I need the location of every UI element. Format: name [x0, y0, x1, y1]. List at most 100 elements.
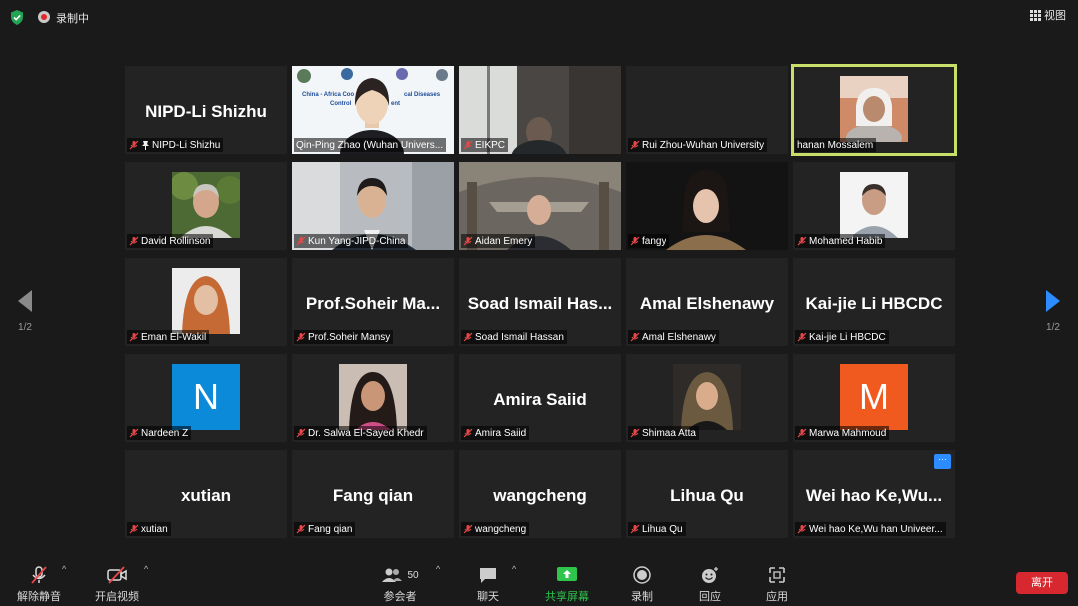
video-options-caret[interactable]: ^: [144, 564, 148, 574]
mic-muted-icon: [463, 428, 473, 438]
mic-muted-icon: [797, 428, 807, 438]
participant-name-display: Amira Saiid: [493, 390, 587, 409]
participant-name-display: wangcheng: [493, 486, 587, 505]
participant-tile[interactable]: Rui Zhou-Wuhan University: [626, 66, 788, 154]
participant-label: Wei hao Ke,Wu han Univeer...: [795, 522, 946, 536]
participant-label: Qin-Ping Zhao (Wuhan Univers...: [294, 138, 447, 152]
video-gallery: NIPD-Li Shizhu NIPD-Li Shizhu China - Af…: [125, 64, 957, 538]
participant-name: NIPD-Li Shizhu: [152, 139, 221, 151]
participant-label: xutian: [127, 522, 171, 536]
leave-meeting-button[interactable]: 离开: [1016, 572, 1068, 594]
previous-page-button[interactable]: 1/2: [14, 290, 36, 333]
shield-icon[interactable]: [10, 10, 24, 25]
participant-name: Mohamed Habib: [809, 235, 883, 247]
participant-name: Rui Zhou-Wuhan University: [642, 139, 765, 151]
apps-label: 应用: [766, 591, 788, 603]
record-button[interactable]: 录制: [622, 564, 662, 604]
participant-tile[interactable]: EIKPC: [459, 66, 621, 154]
participant-tile[interactable]: Lihua Qu Lihua Qu: [626, 450, 788, 538]
participant-name-display: NIPD-Li Shizhu: [145, 102, 267, 121]
svg-text:China - Africa Coo: China - Africa Coo: [302, 92, 354, 98]
unmute-button[interactable]: 解除静音: [16, 564, 62, 604]
participant-name-display: Prof.Soheir Ma...: [305, 294, 441, 313]
participant-tile[interactable]: N Nardeen Z: [125, 354, 287, 442]
pin-icon: [142, 141, 149, 150]
mic-muted-icon: [463, 140, 473, 150]
participant-tile[interactable]: Soad Ismail Has... Soad Ismail Hassan: [459, 258, 621, 346]
participant-tile[interactable]: Kun Yang-JIPD-China: [292, 162, 454, 250]
participant-label: Lihua Qu: [628, 522, 686, 536]
reactions-button[interactable]: 回应: [690, 564, 730, 604]
participants-count: 50: [407, 569, 419, 581]
participant-name: Lihua Qu: [642, 523, 683, 535]
participant-name: David Rollinson: [141, 235, 211, 247]
svg-text:Control: Control: [330, 101, 352, 107]
participant-tile[interactable]: wangcheng wangcheng: [459, 450, 621, 538]
participant-label: fangy: [628, 234, 670, 248]
arrow-right-icon: [1046, 290, 1060, 312]
view-button[interactable]: 视图: [1030, 7, 1066, 23]
participant-name: Qin-Ping Zhao (Wuhan Univers...: [296, 139, 444, 151]
participant-label: Kai-jie Li HBCDC: [795, 330, 889, 344]
participant-tile[interactable]: Shimaa Atta: [626, 354, 788, 442]
next-page-button[interactable]: 1/2: [1042, 290, 1064, 333]
record-label: 录制: [631, 591, 653, 603]
participant-label: Aidan Emery: [461, 234, 536, 248]
participant-tile[interactable]: NIPD-Li Shizhu NIPD-Li Shizhu: [125, 66, 287, 154]
participants-options-caret[interactable]: ^: [436, 564, 440, 574]
more-options-button[interactable]: ···: [934, 454, 951, 469]
participant-label: Amira Saiid: [461, 426, 530, 440]
participant-name: Aidan Emery: [475, 235, 533, 247]
grid-icon: [1030, 9, 1041, 21]
participant-tile[interactable]: xutian xutian: [125, 450, 287, 538]
participant-tile[interactable]: ··· Wei hao Ke,Wu... Wei hao Ke,Wu han U…: [793, 450, 955, 538]
mic-muted-icon: [630, 428, 640, 438]
chat-button[interactable]: 聊天: [468, 564, 508, 604]
participant-tile[interactable]: David Rollinson: [125, 162, 287, 250]
participant-name: Kai-jie Li HBCDC: [809, 331, 886, 343]
participant-label: Rui Zhou-Wuhan University: [628, 138, 768, 152]
participant-tile[interactable]: Prof.Soheir Ma... Prof.Soheir Mansy: [292, 258, 454, 346]
reactions-label: 回应: [699, 591, 721, 603]
participant-tile[interactable]: Dr. Salwa El-Sayed Khedr: [292, 354, 454, 442]
start-video-button[interactable]: 开启视频: [94, 564, 140, 604]
participant-tile[interactable]: Kai-jie Li HBCDC Kai-jie Li HBCDC: [793, 258, 955, 346]
recording-status: 录制中: [56, 13, 89, 25]
meeting-toolbar: 解除静音 ^ 开启视频 ^ 50 参会者 ^ 聊天 ^ 共享屏幕 录制 回应 应…: [0, 556, 1078, 606]
participant-tile[interactable]: Fang qian Fang qian: [292, 450, 454, 538]
audio-options-caret[interactable]: ^: [62, 564, 66, 574]
participant-tile-active-speaker[interactable]: hanan Mossalem: [791, 64, 957, 156]
unmute-label: 解除静音: [17, 591, 61, 603]
participant-name: xutian: [141, 523, 168, 535]
participant-tile[interactable]: M Marwa Mahmoud: [793, 354, 955, 442]
participant-name: Nardeen Z: [141, 427, 189, 439]
participant-name: Kun Yang-JIPD-China: [308, 235, 406, 247]
participant-label: wangcheng: [461, 522, 530, 536]
mic-muted-icon: [129, 236, 139, 246]
mic-muted-icon: [630, 332, 640, 342]
apps-button[interactable]: 应用: [757, 564, 797, 604]
participant-name: Amira Saiid: [475, 427, 527, 439]
mic-muted-icon: [296, 332, 306, 342]
participant-name-display: Soad Ismail Has...: [467, 294, 613, 313]
participant-tile[interactable]: fangy: [626, 162, 788, 250]
participant-tile[interactable]: Amal Elshenawy Amal Elshenawy: [626, 258, 788, 346]
participants-button[interactable]: 50 参会者: [376, 564, 424, 604]
participant-name: Marwa Mahmoud: [809, 427, 887, 439]
participant-tile[interactable]: Aidan Emery: [459, 162, 621, 250]
mic-muted-icon: [797, 236, 807, 246]
participants-label: 参会者: [383, 591, 417, 603]
mic-muted-icon: [797, 332, 807, 342]
participant-name: fangy: [642, 235, 667, 247]
participant-tile[interactable]: Amira Saiid Amira Saiid: [459, 354, 621, 442]
chat-options-caret[interactable]: ^: [512, 564, 516, 574]
svg-text:cal Diseases: cal Diseases: [404, 92, 441, 98]
participant-tile[interactable]: Eman El-Wakil: [125, 258, 287, 346]
mic-muted-icon: [630, 236, 640, 246]
participant-name-display: Wei hao Ke,Wu...: [805, 486, 943, 505]
participants-icon: [382, 568, 403, 582]
participant-tile[interactable]: Mohamed Habib: [793, 162, 955, 250]
share-screen-button[interactable]: 共享屏幕: [542, 564, 592, 604]
participant-tile[interactable]: China - Africa Coo cal Diseases Control …: [292, 66, 454, 154]
record-icon: [633, 566, 651, 584]
